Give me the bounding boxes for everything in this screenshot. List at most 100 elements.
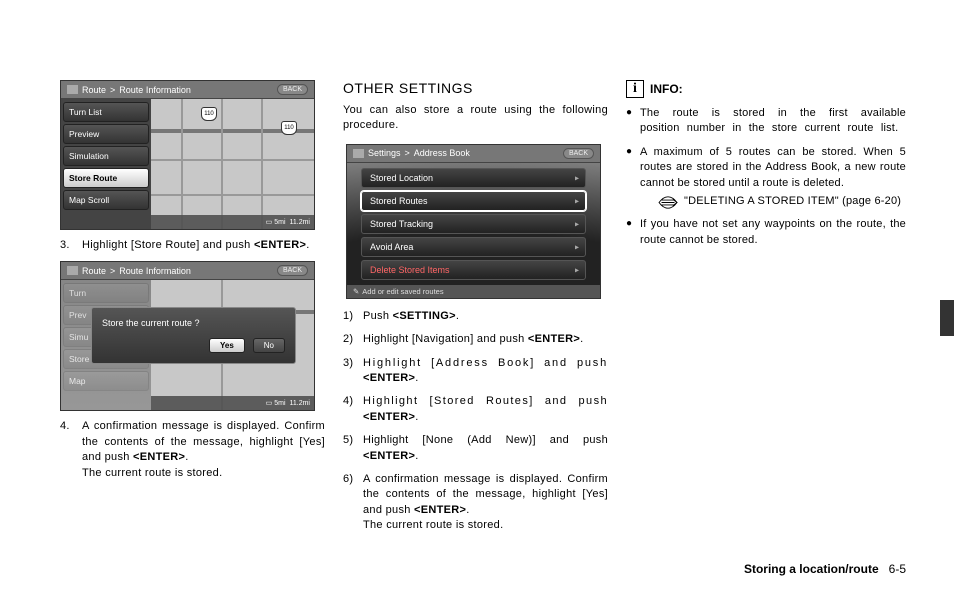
menu-turn-list: Turn List bbox=[63, 102, 149, 122]
map-view: 110 110 bbox=[151, 99, 314, 230]
nav-breadcrumb: Route > Route Information BACK bbox=[61, 81, 314, 99]
settings-avoid-area: Avoid Area▸ bbox=[361, 237, 586, 257]
route-shield: 110 bbox=[201, 107, 217, 121]
step-text: Highlight [None (Add New)] and push <ENT… bbox=[363, 433, 608, 464]
section-heading-other-settings: OTHER SETTINGS bbox=[343, 80, 608, 96]
map-scale: ▭ 5mi bbox=[266, 218, 286, 226]
bullet-icon: ● bbox=[626, 217, 640, 248]
step-number: 4) bbox=[343, 394, 363, 425]
step-4: 4. A confirmation message is displayed. … bbox=[60, 419, 325, 481]
procedure-step-3: 3) Highlight [Address Book] and push <EN… bbox=[343, 356, 608, 387]
breadcrumb-separator: > bbox=[110, 85, 115, 95]
map-scale: ▭ 5mi bbox=[266, 399, 286, 407]
step-number: 5) bbox=[343, 433, 363, 464]
chevron-right-icon: ▸ bbox=[575, 219, 579, 228]
bullet-text: A maximum of 5 routes can be stored. Whe… bbox=[640, 145, 906, 210]
step-number: 6) bbox=[343, 472, 363, 534]
menu-store-route: Store Route bbox=[63, 168, 149, 188]
section-intro: You can also store a route using the fol… bbox=[343, 103, 608, 134]
step-text: A confirmation message is displayed. Con… bbox=[363, 472, 608, 534]
map-footer: ▭ 5mi 11.2mi bbox=[151, 396, 314, 410]
menu-map-scroll: Map Scroll bbox=[63, 190, 149, 210]
procedure-step-6: 6) A confirmation message is displayed. … bbox=[343, 472, 608, 534]
procedure-step-5: 5) Highlight [None (Add New)] and push <… bbox=[343, 433, 608, 464]
settings-menu: Stored Location▸ Stored Routes▸ Stored T… bbox=[347, 163, 600, 285]
bullet-icon: ● bbox=[626, 106, 640, 137]
pencil-icon: ✎ bbox=[353, 287, 359, 296]
step-text: A confirmation message is displayed. Con… bbox=[82, 419, 325, 481]
back-button: BACK bbox=[563, 148, 594, 159]
nav-screenshot-route-info: Route > Route Information BACK Turn List… bbox=[60, 80, 315, 230]
bullet-text: If you have not set any waypoints on the… bbox=[640, 217, 906, 248]
chevron-right-icon: ▸ bbox=[575, 242, 579, 251]
map-distance: 11.2mi bbox=[290, 400, 311, 407]
nav-breadcrumb: Settings > Address Book BACK bbox=[347, 145, 600, 163]
route-menu: Turn List Preview Simulation Store Route… bbox=[61, 99, 151, 230]
yes-button: Yes bbox=[209, 338, 245, 353]
info-title: INFO: bbox=[650, 82, 683, 96]
breadcrumb-separator: > bbox=[110, 266, 115, 276]
procedure-step-4: 4) Highlight [Stored Routes] and push <E… bbox=[343, 394, 608, 425]
route-shield: 110 bbox=[281, 121, 297, 135]
procedure-step-1: 1) Push <SETTING>. bbox=[343, 309, 608, 324]
settings-hint-bar: ✎ Add or edit saved routes bbox=[347, 285, 600, 299]
chevron-right-icon: ▸ bbox=[575, 173, 579, 182]
info-icon: i bbox=[626, 80, 644, 98]
settings-stored-routes: Stored Routes▸ bbox=[361, 191, 586, 211]
step-number: 1) bbox=[343, 309, 363, 324]
step-text: Highlight [Navigation] and push <ENTER>. bbox=[363, 332, 608, 347]
breadcrumb-route: Route bbox=[82, 266, 106, 276]
breadcrumb-address-book: Address Book bbox=[414, 148, 470, 158]
procedure-list: 1) Push <SETTING>. 2) Highlight [Navigat… bbox=[343, 309, 608, 542]
settings-stored-tracking: Stored Tracking▸ bbox=[361, 214, 586, 234]
breadcrumb-route-info: Route Information bbox=[119, 85, 191, 95]
confirmation-dialog: Store the current route ? Yes No bbox=[91, 307, 296, 364]
step-text: Highlight [Address Book] and push <ENTER… bbox=[363, 356, 608, 387]
info-bullet-list: ● The route is stored in the first avail… bbox=[626, 106, 906, 256]
bullet-text: The route is stored in the first availab… bbox=[640, 106, 906, 137]
chevron-right-icon: ▸ bbox=[575, 265, 579, 274]
cross-reference: "DELETING A STORED ITEM" (page 6-20) bbox=[658, 194, 906, 209]
page-footer: Storing a location/route 6-5 bbox=[744, 562, 906, 576]
route-icon bbox=[67, 85, 78, 94]
step-3: 3. Highlight [Store Route] and push <ENT… bbox=[60, 238, 325, 253]
no-button: No bbox=[253, 338, 285, 353]
breadcrumb-route-info: Route Information bbox=[119, 266, 191, 276]
page-section-tab bbox=[940, 300, 954, 336]
menu-simulation: Simulation bbox=[63, 146, 149, 166]
route-icon bbox=[67, 266, 78, 275]
info-bullet: ● A maximum of 5 routes can be stored. W… bbox=[626, 145, 906, 210]
xref-text: "DELETING A STORED ITEM" (page 6-20) bbox=[684, 194, 901, 209]
menu-preview: Preview bbox=[63, 124, 149, 144]
back-button: BACK bbox=[277, 265, 308, 276]
step-text: Highlight [Stored Routes] and push <ENTE… bbox=[363, 394, 608, 425]
nav-screenshot-settings: Settings > Address Book BACK Stored Loca… bbox=[346, 144, 601, 299]
step-number: 3) bbox=[343, 356, 363, 387]
settings-icon bbox=[353, 149, 364, 158]
back-button: BACK bbox=[277, 84, 308, 95]
breadcrumb-route: Route bbox=[82, 85, 106, 95]
hint-text: Add or edit saved routes bbox=[362, 287, 443, 296]
page-reference-icon bbox=[658, 196, 678, 209]
map-footer: ▭ 5mi 11.2mi bbox=[151, 215, 314, 229]
nav-screenshot-confirm-dialog: Route > Route Information BACK Turn Prev… bbox=[60, 261, 315, 411]
map-distance: 11.2mi bbox=[290, 219, 311, 226]
bullet-icon: ● bbox=[626, 145, 640, 210]
info-header: i INFO: bbox=[626, 80, 906, 98]
breadcrumb-settings: Settings bbox=[368, 148, 401, 158]
nav-breadcrumb: Route > Route Information BACK bbox=[61, 262, 314, 280]
step-number: 4. bbox=[60, 419, 82, 481]
step-text: Push <SETTING>. bbox=[363, 309, 608, 324]
chevron-right-icon: ▸ bbox=[575, 196, 579, 205]
settings-stored-location: Stored Location▸ bbox=[361, 168, 586, 188]
footer-section-title: Storing a location/route bbox=[744, 562, 879, 576]
menu-item: Map bbox=[63, 371, 149, 391]
footer-page-number: 6-5 bbox=[889, 562, 906, 576]
info-bullet: ● If you have not set any waypoints on t… bbox=[626, 217, 906, 248]
step-number: 2) bbox=[343, 332, 363, 347]
step-number: 3. bbox=[60, 238, 82, 253]
settings-delete-stored: Delete Stored Items▸ bbox=[361, 260, 586, 280]
step-text: Highlight [Store Route] and push <ENTER>… bbox=[82, 238, 325, 253]
procedure-step-2: 2) Highlight [Navigation] and push <ENTE… bbox=[343, 332, 608, 347]
dialog-message: Store the current route ? bbox=[102, 318, 285, 328]
